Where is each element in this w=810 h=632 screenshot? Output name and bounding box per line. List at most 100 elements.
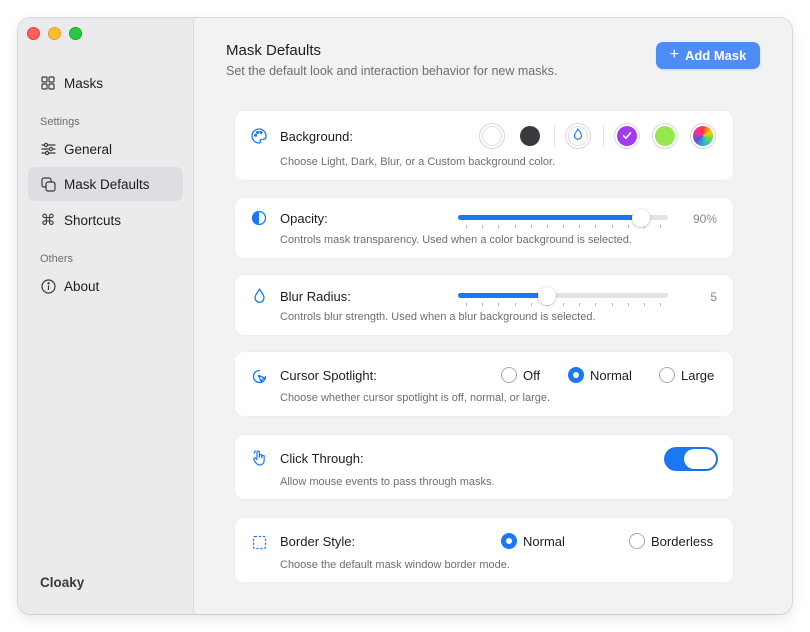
page-subtitle: Set the default look and interaction beh… <box>226 64 558 78</box>
swatch-light[interactable] <box>479 123 505 149</box>
copy-icon <box>40 176 56 192</box>
cursor-spotlight-label: Cursor Spotlight: <box>280 368 377 383</box>
slider-tick <box>611 225 613 228</box>
sidebar-item-general[interactable]: General <box>28 132 183 166</box>
click-through-toggle[interactable] <box>664 447 718 471</box>
slider-thumb[interactable] <box>537 287 556 305</box>
sidebar-item-label: Masks <box>64 75 104 91</box>
slider-tick <box>611 303 613 306</box>
slider-tick <box>563 225 564 228</box>
sidebar-item-shortcuts[interactable]: ⌘ Shortcuts <box>28 203 183 237</box>
swatch-divider <box>554 125 555 147</box>
sidebar-item-mask-defaults[interactable]: Mask Defaults <box>28 167 183 201</box>
radio-button[interactable] <box>629 533 645 549</box>
command-key-icon: ⌘ <box>40 212 56 229</box>
section-header-others: Others <box>40 253 74 265</box>
border-style-label: Border Style: <box>280 534 356 549</box>
droplet-icon <box>573 127 583 145</box>
sidebar-item-about[interactable]: About <box>28 269 183 303</box>
slider-tick <box>498 225 500 228</box>
dashed-square-icon <box>250 533 268 551</box>
slider-tick <box>660 303 661 306</box>
opacity-value: 90% <box>692 212 717 226</box>
opacity-description: Controls mask transparency. Used when a … <box>280 234 632 246</box>
slider-tick <box>530 303 532 306</box>
close-window-button[interactable] <box>27 27 40 40</box>
radio-border-borderless[interactable]: Borderless <box>629 533 713 549</box>
swatch-custom-color[interactable] <box>690 123 716 149</box>
radio-button[interactable] <box>501 533 517 549</box>
swatch-green[interactable] <box>652 123 678 149</box>
blur-card: Blur Radius: Controls blur strength. Use… <box>235 275 733 335</box>
click-through-card: Click Through: Allow mouse events to pas… <box>235 435 733 499</box>
cursor-spotlight-description: Choose whether cursor spotlight is off, … <box>280 392 551 404</box>
swatch-blur[interactable] <box>565 123 591 149</box>
slider-tick <box>530 225 532 228</box>
radio-label: Borderless <box>651 533 714 549</box>
sidebar-item-label: Mask Defaults <box>64 176 150 192</box>
zoom-window-button[interactable] <box>69 27 82 40</box>
app-name: Cloaky <box>40 575 85 590</box>
sidebar-item-label: Shortcuts <box>64 212 122 228</box>
window-controls <box>27 27 82 40</box>
section-header-settings: Settings <box>40 116 80 128</box>
radio-spotlight-normal[interactable]: Normal <box>568 367 632 383</box>
droplet-icon <box>250 287 268 305</box>
palette-icon <box>250 127 268 145</box>
border-style-card: Border Style: Choose the default mask wi… <box>235 518 733 582</box>
add-mask-label: Add Mask <box>684 48 747 63</box>
minimize-window-button[interactable] <box>48 27 61 40</box>
hand-pointer-icon <box>250 449 268 467</box>
slider-tick <box>627 303 629 306</box>
contrast-icon <box>250 209 268 227</box>
radio-button[interactable] <box>501 367 517 383</box>
slider-tick <box>482 303 484 306</box>
slider-tick <box>466 303 467 306</box>
main-content: Mask Defaults Set the default look and i… <box>194 18 792 614</box>
blur-description: Controls blur strength. Used when a blur… <box>280 311 596 323</box>
swatch-dark[interactable] <box>517 123 543 149</box>
swatch-divider <box>603 125 604 147</box>
slider-tick <box>546 225 548 228</box>
cursor-spotlight-icon <box>250 367 268 385</box>
radio-button[interactable] <box>659 367 675 383</box>
opacity-card: Opacity: Controls mask transparency. Use… <box>235 198 733 258</box>
radio-spotlight-off[interactable]: Off <box>501 367 540 383</box>
settings-window: Masks Settings General Mask Defaults ⌘ S… <box>18 18 792 614</box>
slider-tick <box>514 303 516 306</box>
radio-label: Large <box>681 367 715 383</box>
radio-button[interactable] <box>568 367 584 383</box>
slider-tick <box>579 303 581 306</box>
slider-tick <box>482 225 484 228</box>
opacity-label: Opacity: <box>280 211 328 226</box>
blur-value: 5 <box>710 290 717 304</box>
radio-label: Normal <box>590 367 632 383</box>
click-through-description: Allow mouse events to pass through masks… <box>280 476 495 488</box>
sliders-icon <box>40 141 56 157</box>
background-card: Background: Choose Light, Dark, Blur, or… <box>235 111 733 180</box>
radio-label: Off <box>523 367 541 383</box>
grid-icon <box>40 75 56 91</box>
border-style-description: Choose the default mask window border mo… <box>280 559 510 571</box>
slider-tick <box>627 225 629 228</box>
slider-tick <box>595 225 597 228</box>
cursor-spotlight-card: Cursor Spotlight: Choose whether cursor … <box>235 352 733 416</box>
slider-tick <box>466 225 467 228</box>
slider-tick <box>595 303 597 306</box>
blur-label: Blur Radius: <box>280 289 351 304</box>
radio-spotlight-large[interactable]: Large <box>659 367 714 383</box>
swatch-purple[interactable] <box>614 123 640 149</box>
slider-fill <box>458 215 641 220</box>
sidebar-item-masks[interactable]: Masks <box>28 66 183 100</box>
radio-label: Normal <box>523 533 565 549</box>
add-mask-button[interactable]: + Add Mask <box>656 42 760 69</box>
blur-radius-slider[interactable] <box>458 285 668 306</box>
page-title: Mask Defaults <box>226 42 322 59</box>
info-icon <box>40 278 56 294</box>
opacity-slider[interactable] <box>458 207 668 228</box>
slider-thumb[interactable] <box>631 209 650 227</box>
slider-tick <box>660 225 661 228</box>
sidebar-item-label: General <box>64 141 113 157</box>
slider-tick <box>563 303 564 306</box>
radio-border-normal[interactable]: Normal <box>501 533 565 549</box>
